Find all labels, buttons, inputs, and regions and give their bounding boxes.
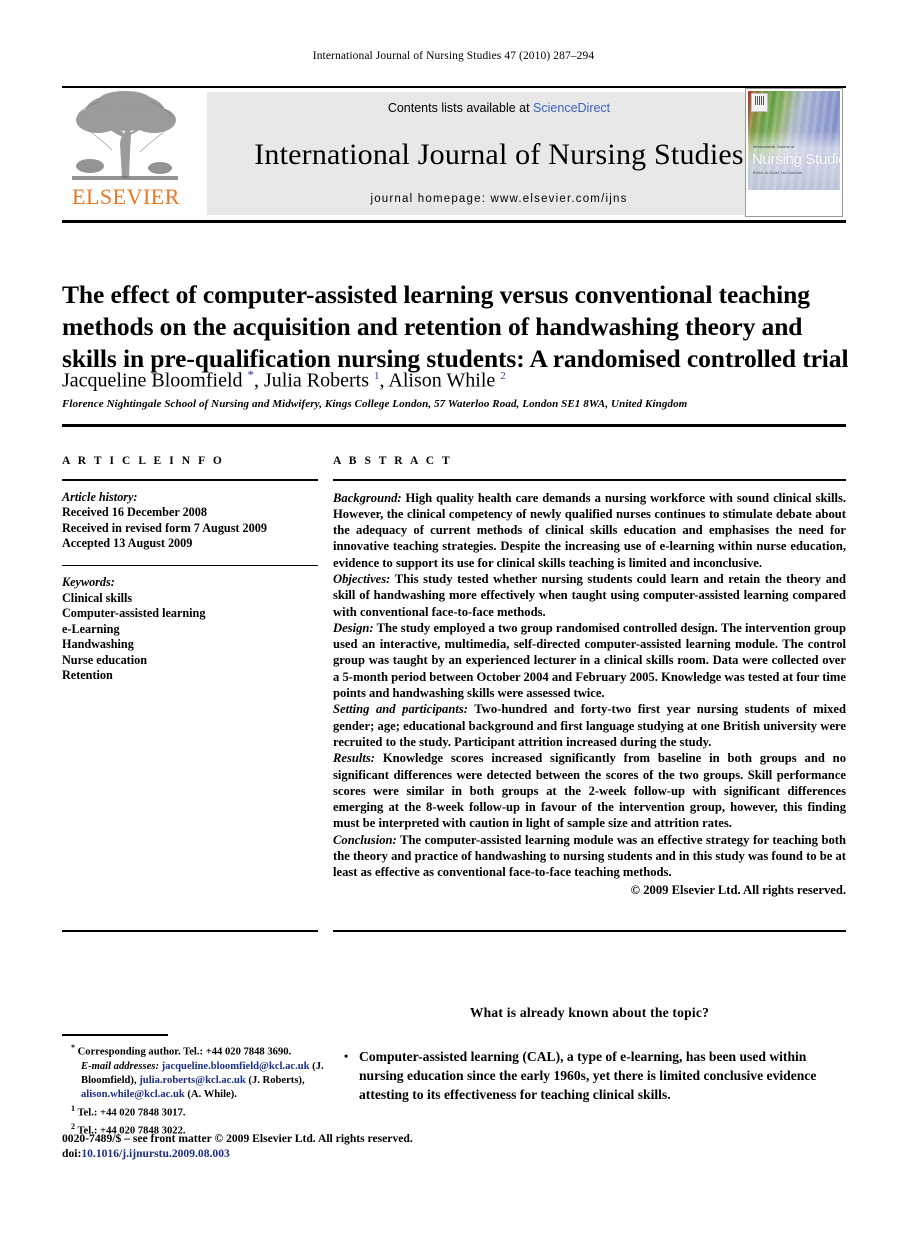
elsevier-logo: ELSEVIER (62, 88, 188, 218)
abstract-section-label: Design: (333, 620, 374, 635)
journal-cover-art: International Journal of Nursing Studies… (748, 91, 840, 190)
asterisk-marker: * (71, 1043, 75, 1052)
article-history-label: Article history: (62, 489, 138, 504)
abstract-section-label: Background: (333, 490, 402, 505)
abstract-section-label: Objectives: (333, 571, 391, 586)
journal-article-page: International Journal of Nursing Studies… (0, 0, 907, 1238)
email-owner: (A. While). (187, 1088, 237, 1100)
list-item: Computer-assisted learning (CAL), a type… (344, 1047, 846, 1104)
email-owner: (J. Roberts), (248, 1074, 305, 1086)
contents-lists-line: Contents lists available at ScienceDirec… (388, 101, 610, 115)
contents-prefix: Contents lists available at (387, 101, 534, 115)
abstract-body: Background: High quality health care dem… (333, 490, 846, 898)
abstract-section-text: The study employed a two group randomise… (333, 620, 846, 701)
issn-copyright-block: 0020-7489/$ – see front matter © 2009 El… (62, 1131, 413, 1161)
footnote-tel-1-text: Tel.: +44 020 7848 3017. (77, 1107, 186, 1119)
article-info-heading: A R T I C L E I N F O (62, 455, 225, 467)
abstract-section: Design: The study employed a two group r… (333, 620, 846, 701)
footnote-tel-1: 1 Tel.: +44 020 7848 3017. (62, 1102, 362, 1121)
key-points-box: What is already known about the topic? C… (333, 1005, 846, 1104)
masthead-bottom-rule (62, 220, 846, 223)
abstract-section-label: Results: (333, 751, 375, 766)
keyword-item: Computer-assisted learning (62, 606, 206, 620)
issn-line: 0020-7489/$ – see front matter © 2009 El… (62, 1132, 413, 1145)
email-link[interactable]: jacqueline.bloomfield@kcl.ac.uk (162, 1061, 310, 1072)
keyword-item: e-Learning (62, 621, 120, 636)
key-points-list: Computer-assisted learning (CAL), a type… (333, 1047, 846, 1104)
author-list: Jacqueline Bloomfield *, Julia Roberts 1… (62, 367, 506, 392)
abstract-section: Conclusion: The computer-assisted learni… (333, 832, 846, 881)
history-item: Received in revised form 7 August 2009 (62, 520, 267, 535)
keyword-item: Nurse education (62, 652, 147, 667)
footnote-emails: E-mail addresses: jacqueline.bloomfield@… (62, 1060, 362, 1102)
abstract-section-label: Setting and participants: (333, 702, 468, 717)
abstract-section-text: This study tested whether nursing studen… (333, 571, 846, 619)
footnote-marker-1: 1 (71, 1103, 75, 1113)
cover-small-label: International Journal of (753, 145, 795, 149)
keyword-item: Handwashing (62, 637, 134, 651)
abstract-section: Setting and participants: Two-hundred an… (333, 701, 846, 750)
elsevier-tree-icon (72, 91, 178, 180)
footnote-marker-2: 2 (71, 1122, 75, 1132)
keywords-label: Keywords: (62, 575, 115, 589)
elsevier-mark-icon (751, 93, 768, 112)
elsevier-wordmark: ELSEVIER (72, 184, 180, 209)
running-head: International Journal of Nursing Studies… (312, 50, 595, 62)
abstract-column: A B S T R A C T Background: High quality… (333, 455, 846, 898)
history-item: Accepted 13 August 2009 (62, 536, 193, 550)
doi-link[interactable]: 10.1016/j.ijnurstu.2009.08.003 (81, 1147, 229, 1160)
journal-masthead: ELSEVIER Contents lists available at Sci… (62, 88, 846, 218)
abstract-section-text: The computer-assisted learning module wa… (333, 832, 846, 880)
abstract-section-text: High quality health care demands a nursi… (333, 490, 846, 570)
email-link[interactable]: alison.while@kcl.ac.uk (81, 1089, 185, 1100)
page-title: The effect of computer-assisted learning… (62, 280, 849, 374)
keyword-item: Retention (62, 668, 113, 682)
abstract-section: Objectives: This study tested whether nu… (333, 571, 846, 620)
author-affiliation: Florence Nightingale School of Nursing a… (62, 398, 688, 410)
abstract-heading: A B S T R A C T (333, 455, 453, 467)
journal-title: International Journal of Nursing Studies (254, 138, 744, 171)
cover-bottom-band (748, 190, 840, 214)
email-addresses-label: E-mail addresses: (81, 1060, 159, 1072)
doi-line: doi:10.1016/j.ijnurstu.2009.08.003 (62, 1146, 413, 1161)
abstract-section-label: Conclusion: (333, 832, 397, 847)
footnote-block: * Corresponding author. Tel.: +44 020 78… (62, 1041, 362, 1139)
article-info-column: A R T I C L E I N F O Article history: R… (62, 455, 318, 684)
abstract-bottom-rule (333, 930, 846, 932)
footnote-corresponding-author: * Corresponding author. Tel.: +44 020 78… (62, 1041, 362, 1060)
journal-cover-thumbnail[interactable]: International Journal of Nursing Studies… (745, 88, 843, 217)
cover-editors: Editor-in-Chief: Ian Norman (753, 171, 803, 175)
keywords-rule (62, 564, 318, 566)
corresponding-author-text: Corresponding author. Tel.: +44 020 7848… (77, 1046, 292, 1058)
title-block-rule (62, 424, 846, 427)
history-item: Received 16 December 2008 (62, 505, 207, 519)
article-history: Article history: Received 16 December 20… (62, 490, 318, 552)
abstract-section: Results: Knowledge scores increased sign… (333, 750, 846, 831)
abstract-section-text: Knowledge scores increased significantly… (333, 751, 846, 831)
key-points-heading: What is already known about the topic? (469, 1005, 710, 1020)
journal-band: Contents lists available at ScienceDirec… (207, 92, 791, 215)
abstract-rule (333, 479, 846, 481)
left-column-bottom-rule (62, 930, 318, 932)
keywords-block: Keywords: Clinical skills Computer-assis… (62, 575, 318, 684)
abstract-copyright: © 2009 Elsevier Ltd. All rights reserved… (630, 882, 846, 897)
journal-homepage[interactable]: journal homepage: www.elsevier.com/ijns (370, 193, 627, 205)
cover-title: Nursing Studies (752, 151, 840, 168)
footnote-rule (62, 1034, 168, 1036)
article-info-rule (62, 479, 318, 481)
keyword-item: Clinical skills (62, 590, 133, 605)
abstract-section: Background: High quality health care dem… (333, 490, 846, 571)
email-link[interactable]: julia.roberts@kcl.ac.uk (139, 1075, 245, 1086)
doi-prefix: doi: (62, 1147, 82, 1160)
sciencedirect-link[interactable]: ScienceDirect (533, 101, 610, 115)
